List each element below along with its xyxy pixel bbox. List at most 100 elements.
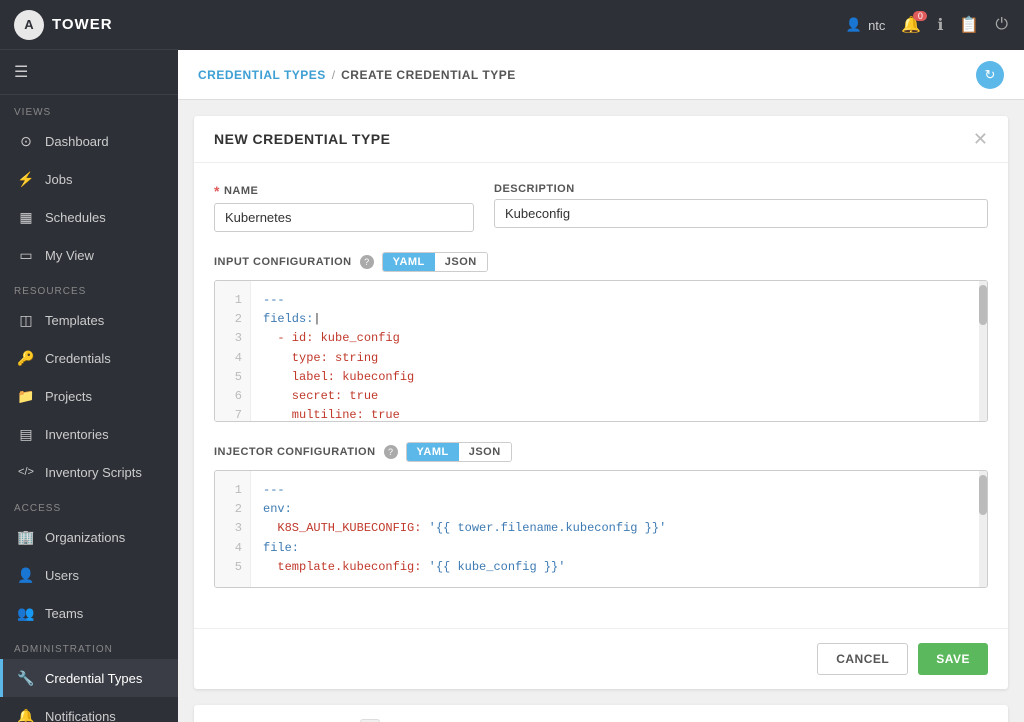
card-body: * NAME DESCRIPTION INPU [194, 163, 1008, 628]
sidebar-item-label: Credential Types [45, 671, 142, 686]
myview-icon: ▭ [17, 246, 35, 264]
input-config-section: INPUT CONFIGURATION ? YAML JSON 1234567 [214, 252, 988, 422]
sidebar-item-inventories[interactable]: ▤ Inventories [0, 415, 178, 453]
description-field-group: DESCRIPTION [494, 183, 988, 232]
user-menu[interactable]: 👤 ntc [846, 17, 886, 33]
sidebar-item-label: Dashboard [45, 134, 109, 149]
sidebar-item-label: Inventory Scripts [45, 465, 142, 480]
injector-scrollbar[interactable] [979, 471, 987, 587]
description-input[interactable] [494, 199, 988, 228]
yaml-toggle-button[interactable]: YAML [383, 253, 435, 271]
teams-icon: 👥 [17, 604, 35, 622]
input-line-numbers: 1234567 [215, 281, 251, 421]
description-label: DESCRIPTION [494, 183, 988, 195]
form-row-name-desc: * NAME DESCRIPTION [214, 183, 988, 232]
sidebar-item-label: Users [45, 568, 79, 583]
breadcrumb-link[interactable]: CREDENTIAL TYPES [198, 68, 326, 82]
injector-code-content: --- env: K8S_AUTH_KUBECONFIG: '{{ tower.… [251, 471, 987, 587]
injector-json-toggle-button[interactable]: JSON [459, 443, 511, 461]
sidebar-section-views: VIEWS [0, 95, 178, 122]
sidebar-item-organizations[interactable]: 🏢 Organizations [0, 518, 178, 556]
injector-config-help[interactable]: ? [384, 445, 398, 459]
jobs-icon: ⚡ [17, 170, 35, 188]
input-config-editor[interactable]: 1234567 --- fields:| - id: kube_config t… [214, 280, 988, 422]
injector-format-toggle: YAML JSON [406, 442, 512, 462]
info-icon[interactable]: ℹ [937, 15, 943, 35]
close-icon[interactable]: ✕ [973, 130, 988, 148]
sidebar-item-credential-types[interactable]: 🔧 Credential Types [0, 659, 178, 697]
breadcrumb-current: CREATE CREDENTIAL TYPE [341, 68, 516, 82]
organizations-icon: 🏢 [17, 528, 35, 546]
sidebar-item-credentials[interactable]: 🔑 Credentials [0, 339, 178, 377]
input-config-header: INPUT CONFIGURATION ? YAML JSON [214, 252, 988, 272]
sidebar-item-dashboard[interactable]: ⊙ Dashboard [0, 122, 178, 160]
credentials-icon: 🔑 [17, 349, 35, 367]
breadcrumb-separator: / [332, 68, 335, 82]
schedules-icon: ▦ [17, 208, 35, 226]
app-logo: A [14, 10, 44, 40]
name-field-group: * NAME [214, 183, 474, 232]
sidebar-item-jobs[interactable]: ⚡ Jobs [0, 160, 178, 198]
credential-types-list-card: CREDENTIAL TYPES 0 [194, 705, 1008, 722]
save-button[interactable]: SAVE [918, 643, 988, 675]
input-config-label: INPUT CONFIGURATION [214, 256, 352, 268]
sidebar-section-access: ACCESS [0, 491, 178, 518]
bell-badge: 0 [913, 11, 927, 21]
sidebar-section-admin: ADMINISTRATION [0, 632, 178, 659]
injector-scrollbar-thumb [979, 475, 987, 515]
inventories-icon: ▤ [17, 425, 35, 443]
sidebar-item-teams[interactable]: 👥 Teams [0, 594, 178, 632]
hamburger-button[interactable]: ☰ [0, 50, 178, 95]
input-code-content: --- fields:| - id: kube_config type: str… [251, 281, 987, 421]
input-config-help[interactable]: ? [360, 255, 374, 269]
name-input[interactable] [214, 203, 474, 232]
content-area: CREDENTIAL TYPES / CREATE CREDENTIAL TYP… [178, 50, 1024, 722]
users-icon: 👤 [17, 566, 35, 584]
sidebar-item-users[interactable]: 👤 Users [0, 556, 178, 594]
sidebar-item-projects[interactable]: 📁 Projects [0, 377, 178, 415]
injector-config-editor[interactable]: 12345 --- env: K8S_AUTH_KUBECONFIG: '{{ … [214, 470, 988, 588]
sidebar-item-myview[interactable]: ▭ My View [0, 236, 178, 274]
injector-config-header: INJECTOR CONFIGURATION ? YAML JSON [214, 442, 988, 462]
cancel-button[interactable]: CANCEL [817, 643, 908, 675]
name-label: * NAME [214, 183, 474, 199]
power-icon[interactable]: ⏻ [995, 16, 1008, 34]
sidebar: A TOWER ☰ VIEWS ⊙ Dashboard ⚡ Jobs ▦ Sch… [0, 0, 178, 722]
breadcrumb-bar: CREDENTIAL TYPES / CREATE CREDENTIAL TYP… [178, 50, 1024, 100]
card-footer: CANCEL SAVE [194, 628, 1008, 689]
sidebar-item-label: Inventories [45, 427, 109, 442]
input-format-toggle: YAML JSON [382, 252, 488, 272]
injector-line-numbers: 12345 [215, 471, 251, 587]
new-credential-type-card: NEW CREDENTIAL TYPE ✕ * NAME DESC [194, 116, 1008, 689]
projects-icon: 📁 [17, 387, 35, 405]
card-header: NEW CREDENTIAL TYPE ✕ [194, 116, 1008, 163]
sidebar-item-label: Credentials [45, 351, 111, 366]
refresh-icon: ↻ [985, 67, 996, 83]
templates-icon: ◫ [17, 311, 35, 329]
sidebar-item-notifications[interactable]: 🔔 Notifications [0, 697, 178, 722]
refresh-button[interactable]: ↻ [976, 61, 1004, 89]
sidebar-item-label: Notifications [45, 709, 116, 722]
card2-header: CREDENTIAL TYPES 0 [194, 705, 1008, 722]
injector-config-label: INJECTOR CONFIGURATION [214, 446, 376, 458]
json-toggle-button[interactable]: JSON [435, 253, 487, 271]
notes-icon[interactable]: 📋 [959, 15, 979, 35]
input-scrollbar[interactable] [979, 281, 987, 421]
required-indicator: * [214, 183, 220, 199]
dashboard-icon: ⊙ [17, 132, 35, 150]
hamburger-icon: ☰ [14, 64, 28, 81]
sidebar-item-label: Jobs [45, 172, 72, 187]
card-title: NEW CREDENTIAL TYPE [214, 131, 390, 147]
injector-yaml-toggle-button[interactable]: YAML [407, 443, 459, 461]
topbar: 👤 ntc 🔔 0 ℹ 📋 ⏻ [178, 0, 1024, 50]
sidebar-section-resources: RESOURCES [0, 274, 178, 301]
sidebar-header: A TOWER [0, 0, 178, 50]
sidebar-item-inventory-scripts[interactable]: </> Inventory Scripts [0, 453, 178, 491]
inventory-scripts-icon: </> [17, 463, 35, 481]
notifications-bell[interactable]: 🔔 0 [901, 15, 921, 35]
sidebar-item-schedules[interactable]: ▦ Schedules [0, 198, 178, 236]
sidebar-item-label: Schedules [45, 210, 106, 225]
sidebar-item-label: Teams [45, 606, 83, 621]
notifications-icon: 🔔 [17, 707, 35, 722]
sidebar-item-templates[interactable]: ◫ Templates [0, 301, 178, 339]
